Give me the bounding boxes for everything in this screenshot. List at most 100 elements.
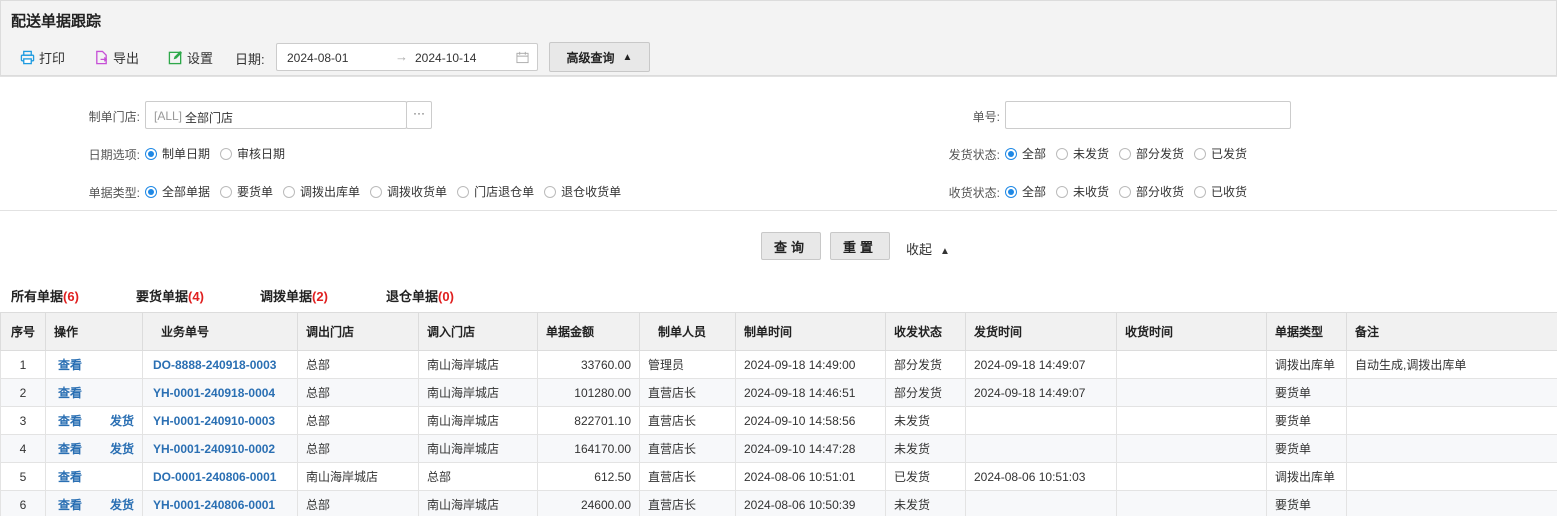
tab-transfer[interactable]: 调拨单据(2) <box>260 286 328 305</box>
radio-ship-partial[interactable]: 部分发货 <box>1119 145 1184 162</box>
radio-type-all[interactable]: 全部单据 <box>145 183 210 200</box>
table-row[interactable]: 1 查看 DO-8888-240918-0003 总部 南山海岸城店 33760.00 管理… <box>0 350 1557 379</box>
radio-icon <box>1194 185 1207 198</box>
view-link[interactable]: 查看 <box>58 358 82 372</box>
col-header[interactable]: 序号 <box>0 312 46 351</box>
col-header[interactable]: 备注 <box>1346 312 1557 351</box>
radio-ship-none[interactable]: 未发货 <box>1056 145 1109 162</box>
ship-link[interactable]: 发货 <box>110 414 134 428</box>
title-bar: 配送单据跟踪 <box>0 0 1557 38</box>
table-row[interactable]: 2 查看 YH-0001-240918-0004 总部 南山海岸城店 101280.00 直… <box>0 378 1557 407</box>
doc-type: 调拨出库单 <box>1266 350 1347 379</box>
radio-checked-icon <box>145 185 157 198</box>
settings-button[interactable]: 设置 <box>168 48 213 66</box>
radio-label: 部分收货 <box>1136 185 1185 199</box>
col-header[interactable]: 单据金额 <box>537 312 640 351</box>
amount: 164170.00 <box>537 434 640 463</box>
radio-recv-none[interactable]: 未收货 <box>1056 183 1109 200</box>
maker: 直营店长 <box>639 462 736 491</box>
radio-type-store-return[interactable]: 门店退仓单 <box>457 183 534 200</box>
from-store: 总部 <box>297 490 419 516</box>
ship-link[interactable]: 发货 <box>110 498 134 512</box>
view-link[interactable]: 查看 <box>58 414 82 428</box>
tab-request[interactable]: 要货单据(4) <box>136 286 204 305</box>
radio-ship-all[interactable]: 全部 <box>1005 145 1046 162</box>
radio-label: 全部单据 <box>162 185 211 199</box>
view-link[interactable]: 查看 <box>58 470 82 484</box>
col-header[interactable]: 制单人员 <box>639 312 736 351</box>
radio-label: 已发货 <box>1211 147 1248 161</box>
tab-label: 要货单据 <box>136 289 189 304</box>
doc-number[interactable]: YH-0001-240910-0002 <box>153 442 275 456</box>
store-field[interactable]: [ALL] 全部门店 <box>145 101 407 129</box>
from-store: 总部 <box>297 434 419 463</box>
col-header[interactable]: 操作 <box>45 312 143 351</box>
col-header[interactable]: 调入门店 <box>418 312 538 351</box>
table-row[interactable]: 3 查看 发货 YH-0001-240910-0003 总部 南山海岸城店 822701.1… <box>0 406 1557 435</box>
radio-ship-done[interactable]: 已发货 <box>1194 145 1247 162</box>
export-button[interactable]: 导出 <box>94 48 139 66</box>
view-link[interactable]: 查看 <box>58 442 82 456</box>
radio-recv-all[interactable]: 全部 <box>1005 183 1046 200</box>
date-to[interactable]: 2024-10-14 <box>415 51 476 65</box>
print-button[interactable]: 打印 <box>20 48 65 66</box>
radio-type-request[interactable]: 要货单 <box>220 183 273 200</box>
doc-number[interactable]: YH-0001-240918-0004 <box>153 386 275 400</box>
docno-input[interactable] <box>1005 101 1291 129</box>
col-header[interactable]: 发货时间 <box>965 312 1117 351</box>
radio-type-return-receive[interactable]: 退仓收货单 <box>544 183 621 200</box>
doc-number-link[interactable]: YH-0001-240806-0001 <box>142 490 298 516</box>
doc-number-link[interactable]: YH-0001-240910-0003 <box>142 406 298 435</box>
maker: 直营店长 <box>639 490 736 516</box>
doc-number-link[interactable]: DO-0001-240806-0001 <box>142 462 298 491</box>
date-label: 日期: <box>235 52 265 67</box>
radio-date-made[interactable]: 制单日期 <box>145 145 210 162</box>
doc-number-link[interactable]: YH-0001-240910-0002 <box>142 434 298 463</box>
row-actions: 查看 发货 <box>45 490 143 516</box>
view-link[interactable]: 查看 <box>58 498 82 512</box>
doc-number[interactable]: YH-0001-240910-0003 <box>153 414 275 428</box>
radio-type-transfer-in[interactable]: 调拨收货单 <box>370 183 447 200</box>
from-store: 总部 <box>297 406 419 435</box>
ship-link[interactable]: 发货 <box>110 442 134 456</box>
doc-number[interactable]: YH-0001-240806-0001 <box>153 498 275 512</box>
radio-checked-icon <box>1005 185 1017 198</box>
collapse-toggle[interactable]: 收起 ▲ <box>906 239 950 258</box>
doc-number-link[interactable]: YH-0001-240918-0004 <box>142 378 298 407</box>
remark: 自动生成,调拨出库单 <box>1346 350 1557 379</box>
row-number: 4 <box>0 434 46 463</box>
store-picker-button[interactable]: ··· <box>406 101 432 129</box>
export-icon <box>96 50 108 64</box>
table-row[interactable]: 4 查看 发货 YH-0001-240910-0002 总部 南山海岸城店 164170.0… <box>0 434 1557 463</box>
tab-all[interactable]: 所有单据(6) <box>11 286 79 305</box>
table-row[interactable]: 5 查看 DO-0001-240806-0001 南山海岸城店 总部 612.50 直营店长… <box>0 462 1557 491</box>
col-header[interactable]: 制单时间 <box>735 312 886 351</box>
col-header[interactable]: 业务单号 <box>142 312 298 351</box>
table-row[interactable]: 6 查看 发货 YH-0001-240806-0001 总部 南山海岸城店 24600.00… <box>0 490 1557 516</box>
row-actions: 查看 发货 <box>45 406 143 435</box>
doc-number[interactable]: DO-8888-240918-0003 <box>153 358 276 372</box>
radio-recv-done[interactable]: 已收货 <box>1194 183 1247 200</box>
doc-type: 要货单 <box>1266 434 1347 463</box>
col-header[interactable]: 单据类型 <box>1266 312 1347 351</box>
col-header[interactable]: 调出门店 <box>297 312 419 351</box>
col-header[interactable]: 收发状态 <box>885 312 966 351</box>
doc-number[interactable]: DO-0001-240806-0001 <box>153 470 276 484</box>
view-link[interactable]: 查看 <box>58 386 82 400</box>
radio-checked-icon <box>145 147 157 160</box>
tab-return[interactable]: 退仓单据(0) <box>386 286 454 305</box>
date-from[interactable]: 2024-08-01 <box>287 51 348 65</box>
row-actions: 查看 发货 <box>45 434 143 463</box>
reset-button[interactable]: 重置 <box>830 232 890 260</box>
radio-type-transfer-out[interactable]: 调拨出库单 <box>283 183 360 200</box>
advanced-query-button[interactable]: 高级查询 ▲ <box>549 42 650 72</box>
col-header[interactable]: 收货时间 <box>1116 312 1267 351</box>
radio-recv-partial[interactable]: 部分收货 <box>1119 183 1184 200</box>
to-store: 南山海岸城店 <box>418 350 538 379</box>
radio-label: 未收货 <box>1073 185 1110 199</box>
query-button[interactable]: 查询 <box>761 232 821 260</box>
date-range-picker[interactable]: 2024-08-01 → 2024-10-14 <box>276 43 538 71</box>
calendar-icon[interactable] <box>516 51 529 64</box>
doc-number-link[interactable]: DO-8888-240918-0003 <box>142 350 298 379</box>
radio-date-audit[interactable]: 审核日期 <box>220 145 285 162</box>
